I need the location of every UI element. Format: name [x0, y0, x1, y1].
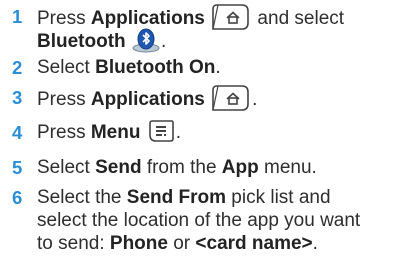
step-line: Select the Send From pick list and — [37, 186, 407, 209]
step-text-run: . — [252, 89, 258, 111]
step-text: Press Applications . — [37, 84, 407, 114]
menu-key-icon — [146, 119, 176, 143]
step-text-run: menu. — [258, 157, 317, 178]
step-text-run: . — [312, 233, 318, 254]
bluetooth-on-label: Bluetooth On — [95, 57, 216, 78]
card-name-label: <card name> — [195, 233, 313, 254]
step-text-run: pick list and — [226, 187, 331, 208]
applications-label: Applications — [90, 8, 205, 30]
applications-key-icon — [210, 3, 252, 31]
step-number: 2 — [12, 57, 23, 78]
phone-label: Phone — [109, 233, 168, 254]
step-text-run: Press — [37, 122, 91, 144]
step-text-run: to send: — [37, 233, 110, 254]
step-text-run: from the — [141, 157, 222, 178]
step-text: Select Bluetooth On. — [37, 56, 407, 79]
step-text: Press Applications and select Bluetooth — [37, 3, 407, 53]
step-line: Bluetooth . — [37, 27, 407, 53]
applications-label: Applications — [90, 89, 205, 111]
send-label: Send — [95, 157, 142, 178]
menu-label: Menu — [90, 122, 141, 144]
step-text-run: Press — [37, 8, 91, 30]
step-text-run: or — [167, 233, 196, 254]
step-text-run: . — [215, 57, 221, 78]
step-text-run: Select — [37, 157, 96, 178]
step-line: Press Applications and select — [37, 3, 407, 31]
step-number: 5 — [12, 157, 23, 178]
step-number: 4 — [12, 122, 23, 143]
bluetooth-app-icon — [131, 27, 161, 53]
step-line: to send: Phone or <card name>. — [37, 232, 407, 255]
step-text: Select the Send From pick list and selec… — [37, 186, 407, 255]
step-number: 6 — [12, 187, 23, 208]
step-text-run: Select — [37, 57, 96, 78]
step-text-run: Press — [37, 89, 91, 111]
applications-key-icon — [210, 84, 252, 112]
bluetooth-label: Bluetooth — [37, 31, 126, 53]
step-text-run: . — [175, 122, 182, 144]
step-text: Press Menu . — [37, 119, 407, 145]
step-text-run: . — [160, 31, 167, 53]
app-menu-label: App — [221, 157, 259, 178]
step-text: Select Send from the App menu. — [37, 156, 407, 179]
step-line: select the location of the app you want — [37, 209, 407, 232]
step-number: 3 — [12, 87, 23, 108]
step-text-run: select the location of the app you want — [37, 210, 361, 231]
step-text-run: Select the — [37, 187, 127, 208]
step-text-run: and select — [252, 8, 345, 30]
step-number: 1 — [12, 6, 23, 27]
send-from-label: Send From — [126, 187, 227, 208]
